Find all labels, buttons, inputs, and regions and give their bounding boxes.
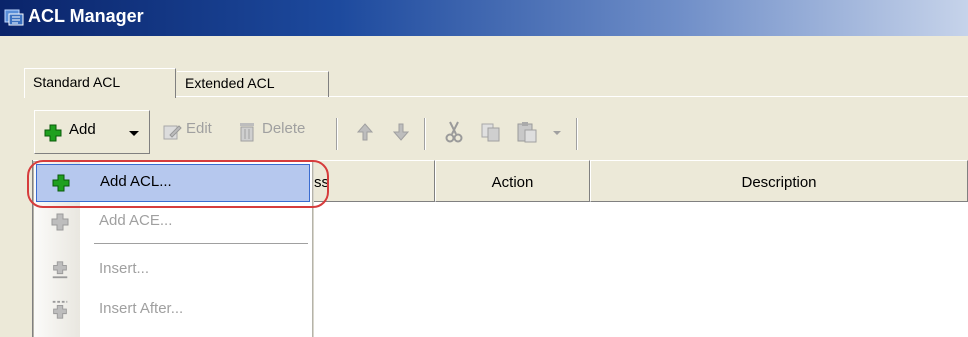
- menu-item-label: Add ACE...: [99, 212, 173, 229]
- menu-item-label: Insert...: [99, 260, 150, 277]
- copy-icon[interactable]: [480, 121, 502, 143]
- column-header-action[interactable]: Action: [435, 160, 590, 202]
- title-bar: ACL Manager: [0, 0, 968, 36]
- acl-manager-app-icon: [4, 9, 24, 26]
- paste-clipboard-icon[interactable]: [516, 120, 538, 144]
- column-header-description[interactable]: Description: [590, 160, 968, 202]
- column-header-label: Description: [741, 174, 817, 191]
- tab-extended-acl[interactable]: Extended ACL: [177, 71, 329, 97]
- toolbar-separator: [424, 118, 426, 150]
- menu-item-insert-after[interactable]: Insert After...: [36, 292, 310, 330]
- cut-scissors-icon[interactable]: [444, 120, 464, 144]
- window-title: ACL Manager: [28, 6, 144, 26]
- chevron-down-icon[interactable]: [129, 131, 139, 136]
- delete-button[interactable]: Delete: [262, 120, 305, 137]
- move-down-arrow-icon[interactable]: [393, 122, 409, 142]
- plus-gray-icon: [51, 213, 69, 231]
- add-button[interactable]: Add: [34, 110, 150, 154]
- menu-item-insert[interactable]: Insert...: [36, 252, 310, 290]
- toolbar: Add Edit Delete: [32, 110, 968, 154]
- edit-button[interactable]: Edit: [186, 120, 212, 137]
- menu-separator: [94, 243, 308, 244]
- paste-dropdown-chevron-icon[interactable]: [553, 131, 561, 135]
- add-plus-icon: [44, 124, 62, 142]
- trash-icon: [240, 123, 254, 142]
- edit-icon: [163, 125, 182, 140]
- toolbar-separator: [576, 118, 578, 150]
- insert-after-icon: [52, 300, 68, 319]
- column-header-label: Action: [491, 174, 534, 191]
- menu-item-add-ace[interactable]: Add ACE...: [36, 204, 310, 242]
- tab-label: Extended ACL: [185, 75, 275, 91]
- toolbar-separator: [336, 118, 338, 150]
- column-header-address[interactable]: ss: [313, 160, 435, 202]
- insert-icon: [52, 261, 68, 279]
- tab-standard-acl[interactable]: Standard ACL: [24, 68, 176, 98]
- menu-item-label: Insert After...: [99, 300, 184, 317]
- move-up-arrow-icon[interactable]: [357, 122, 373, 142]
- tab-label: Standard ACL: [33, 74, 121, 90]
- add-button-label: Add: [69, 121, 96, 138]
- highlight-callout: [27, 160, 329, 208]
